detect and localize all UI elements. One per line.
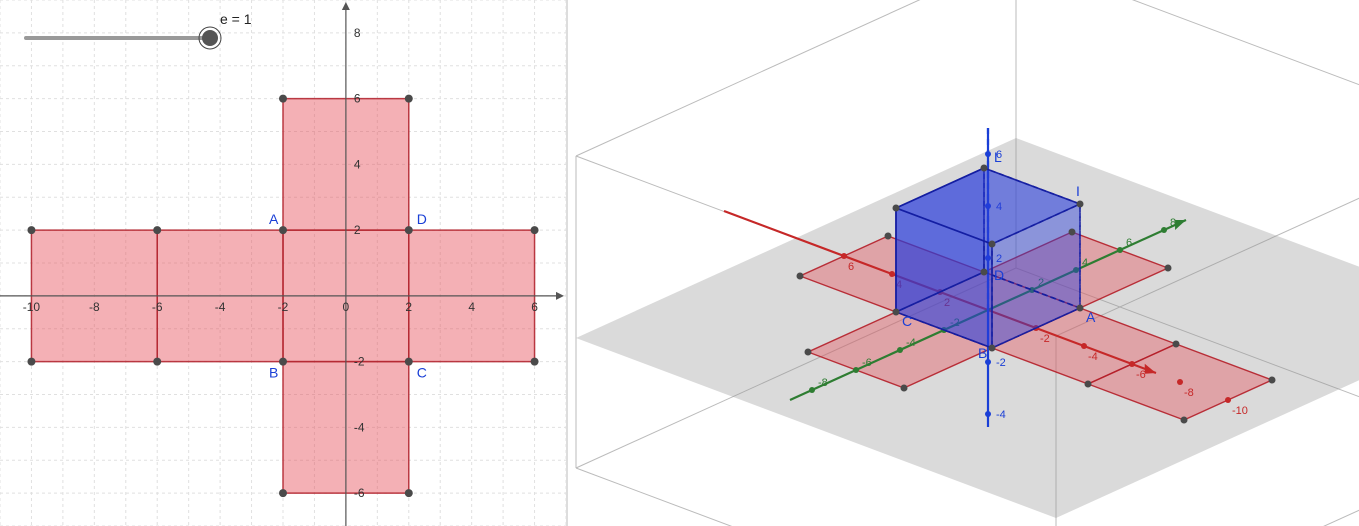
axis-tick-label: 4 <box>1082 257 1088 269</box>
point-label-D: D <box>994 267 1004 283</box>
vertex-point-3d[interactable] <box>1269 377 1276 384</box>
axis-tick <box>897 347 903 353</box>
axis-tick-label: -2 <box>1040 333 1050 345</box>
cube-vertex[interactable] <box>893 205 900 212</box>
axis-tick <box>1177 379 1183 385</box>
axis-tick-label: -4 <box>996 409 1006 421</box>
vertex-point[interactable] <box>405 358 413 366</box>
panel-2d-graph[interactable]: -10 -8 -6 -4 -2 0 2 4 6 8 6 4 2 -2 -4 -6 A B C De = 1 <box>0 0 568 526</box>
vertex-point-3d[interactable] <box>901 385 908 392</box>
x-tick-label: 0 <box>343 300 350 314</box>
point-label-L: L <box>994 149 1002 165</box>
point-label-D: D <box>417 211 427 227</box>
axis-tick <box>1117 247 1123 253</box>
point-label-B: B <box>269 365 278 381</box>
vertex-point[interactable] <box>153 358 161 366</box>
vertex-point-3d[interactable] <box>805 349 812 356</box>
vertex-point-3d[interactable] <box>893 309 900 316</box>
cube-vertex[interactable] <box>989 241 996 248</box>
vertex-point[interactable] <box>27 226 35 234</box>
bounding-box-edge <box>1016 0 1359 136</box>
vertex-point[interactable] <box>531 226 539 234</box>
axis-tick-label: -6 <box>1136 369 1146 381</box>
vertex-point[interactable] <box>405 226 413 234</box>
axis-tick <box>1161 227 1167 233</box>
axis-tick-label: 6 <box>848 261 854 273</box>
vertex-point-3d[interactable] <box>797 273 804 280</box>
vertex-point[interactable] <box>279 226 287 234</box>
axis-tick <box>985 411 991 417</box>
y-tick-label: -6 <box>354 486 365 500</box>
vertex-point-3d[interactable] <box>885 233 892 240</box>
cube-vertex[interactable] <box>1077 201 1084 208</box>
point-label-C: C <box>902 313 912 329</box>
axis-tick-label: -8 <box>818 377 828 389</box>
x-tick-label: -2 <box>278 300 289 314</box>
vertex-point-3d[interactable] <box>1069 229 1076 236</box>
x-tick-label: 4 <box>468 300 475 314</box>
arrow-icon <box>556 292 564 300</box>
vertex-point[interactable] <box>531 358 539 366</box>
axis-tick-label: 6 <box>1126 237 1132 249</box>
point-label-B: B <box>978 345 987 361</box>
y-tick-label: -2 <box>354 355 365 369</box>
x-tick-label: 2 <box>405 300 412 314</box>
y-tick-label: 6 <box>354 92 361 106</box>
vertex-point-3d[interactable] <box>981 269 988 276</box>
arrow-icon <box>342 2 350 10</box>
vertex-point[interactable] <box>279 489 287 497</box>
vertex-point-3d[interactable] <box>1077 305 1084 312</box>
axis-tick <box>809 387 815 393</box>
y-tick-label: 4 <box>354 157 361 171</box>
vertex-point[interactable] <box>279 358 287 366</box>
vertex-point[interactable] <box>153 226 161 234</box>
y-tick-label: -4 <box>354 420 365 434</box>
axis-tick <box>841 253 847 259</box>
axis-tick-label: 8 <box>1170 217 1176 229</box>
axis-tick-label: -4 <box>1088 351 1098 363</box>
slider-label: e = 1 <box>220 11 252 27</box>
slider-thumb[interactable] <box>202 30 218 46</box>
axis-tick <box>1081 343 1087 349</box>
point-label-I: I <box>1076 183 1080 199</box>
vertex-point-3d[interactable] <box>1165 265 1172 272</box>
vertex-point[interactable] <box>405 95 413 103</box>
vertex-point[interactable] <box>27 358 35 366</box>
axis-tick <box>985 151 991 157</box>
y-tick-label: 2 <box>354 223 361 237</box>
x-tick-label: -10 <box>23 300 41 314</box>
axis-tick <box>1225 397 1231 403</box>
axis-tick-label: -10 <box>1232 405 1248 417</box>
point-label-A: A <box>269 211 279 227</box>
axis-tick-label: -4 <box>906 337 916 349</box>
x-tick-label: -6 <box>152 300 163 314</box>
vertex-point[interactable] <box>279 95 287 103</box>
vertex-point-3d[interactable] <box>1181 417 1188 424</box>
vertex-point[interactable] <box>405 489 413 497</box>
x-tick-label: 6 <box>531 300 538 314</box>
vertex-point-3d[interactable] <box>989 345 996 352</box>
axis-tick <box>1129 361 1135 367</box>
vertex-point-3d[interactable] <box>1173 341 1180 348</box>
axis-tick <box>853 367 859 373</box>
point-label-A: A <box>1086 309 1096 325</box>
y-tick-label: 8 <box>354 26 361 40</box>
x-tick-label: -8 <box>89 300 100 314</box>
x-tick-label: -4 <box>215 300 226 314</box>
axis-tick-label: -2 <box>996 357 1006 369</box>
panel-3d-graph[interactable]: -10-8-6-4-2246-8-6-4-22468-4-2246ABCDIL <box>568 0 1359 526</box>
axis-tick-label: -8 <box>1184 387 1194 399</box>
bounding-box-edge <box>576 0 1016 156</box>
axis-tick-label: -6 <box>862 357 872 369</box>
point-label-C: C <box>417 365 427 381</box>
cube-vertex[interactable] <box>981 165 988 172</box>
vertex-point-3d[interactable] <box>1085 381 1092 388</box>
axis-tick <box>889 271 895 277</box>
